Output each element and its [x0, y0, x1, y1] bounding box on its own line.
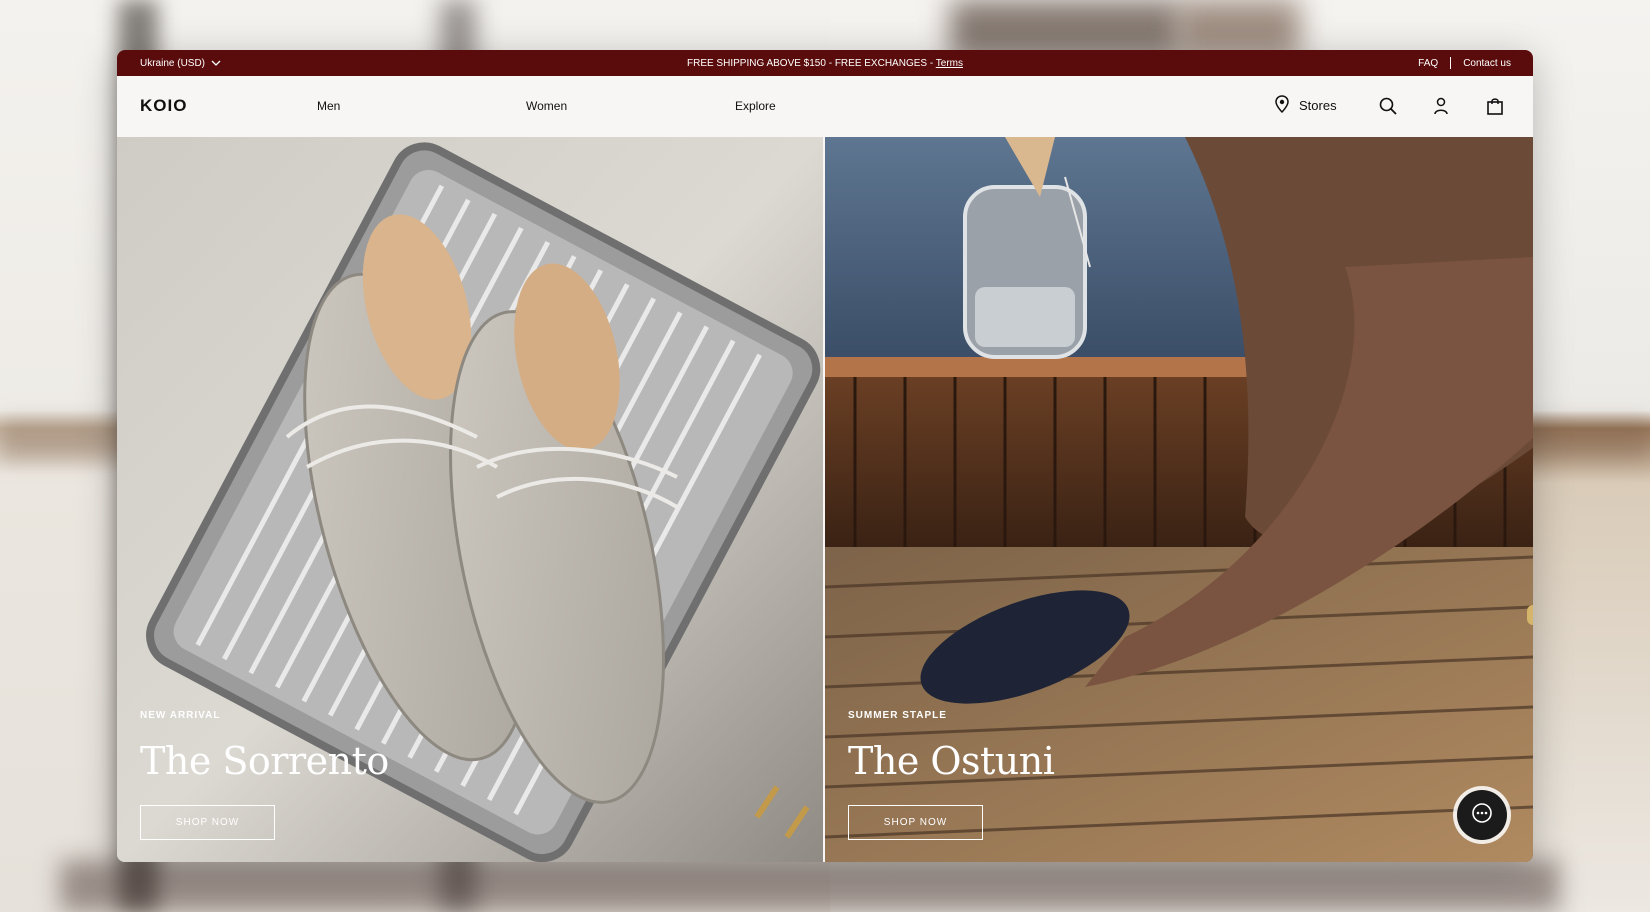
nav-women[interactable]: Women: [526, 99, 567, 113]
search-icon[interactable]: [1378, 96, 1398, 116]
chat-icon: [1471, 802, 1493, 829]
carousel-indicator: [1527, 605, 1533, 625]
eyebrow-label: NEW ARRIVAL: [140, 710, 221, 721]
announcement-bar: Ukraine (USD) FREE SHIPPING ABOVE $150 -…: [117, 50, 1533, 76]
bag-icon[interactable]: [1485, 96, 1505, 116]
browser-window: Ukraine (USD) FREE SHIPPING ABOVE $150 -…: [117, 50, 1533, 862]
hero-panel-sorrento[interactable]: NEW ARRIVAL The Sorrento SHOP NOW: [117, 137, 823, 862]
brand-logo[interactable]: KOIO: [140, 96, 187, 116]
faq-link[interactable]: FAQ: [1418, 58, 1438, 69]
hero-panel-ostuni[interactable]: SUMMER STAPLE The Ostuni SHOP NOW: [825, 137, 1533, 862]
promo-text: FREE SHIPPING ABOVE $150 - FREE EXCHANGE…: [686, 57, 936, 69]
hero-title: The Sorrento: [140, 739, 389, 783]
hero-section: NEW ARRIVAL The Sorrento SHOP NOW SUMMER…: [117, 137, 1533, 862]
region-selector[interactable]: Ukraine (USD): [140, 58, 221, 69]
eyebrow-label: SUMMER STAPLE: [848, 710, 947, 721]
terms-link[interactable]: Terms: [936, 58, 963, 69]
nav-men[interactable]: Men: [317, 99, 340, 113]
chevron-down-icon: [211, 58, 221, 69]
hero-title: The Ostuni: [848, 739, 1055, 783]
divider: [1450, 57, 1452, 69]
stores-label: Stores: [1299, 98, 1337, 113]
nav-explore[interactable]: Explore: [735, 99, 776, 113]
hero-copy-ostuni: SUMMER STAPLE The Ostuni SHOP NOW: [848, 710, 1055, 840]
chat-button[interactable]: [1457, 790, 1507, 840]
utility-links: FAQ Contact us: [1418, 57, 1511, 69]
stores-link[interactable]: Stores: [1275, 95, 1337, 116]
contact-link[interactable]: Contact us: [1463, 58, 1511, 69]
promo-message: FREE SHIPPING ABOVE $150 - FREE EXCHANGE…: [117, 58, 1533, 69]
main-nav: KOIO Men Women Explore Stores: [117, 76, 1533, 137]
shop-now-button[interactable]: SHOP NOW: [140, 805, 275, 840]
hero-copy-sorrento: NEW ARRIVAL The Sorrento SHOP NOW: [140, 710, 389, 840]
shop-now-button[interactable]: SHOP NOW: [848, 805, 983, 840]
region-label: Ukraine (USD): [140, 57, 206, 69]
user-icon[interactable]: [1431, 96, 1451, 116]
location-pin-icon: [1275, 95, 1289, 116]
